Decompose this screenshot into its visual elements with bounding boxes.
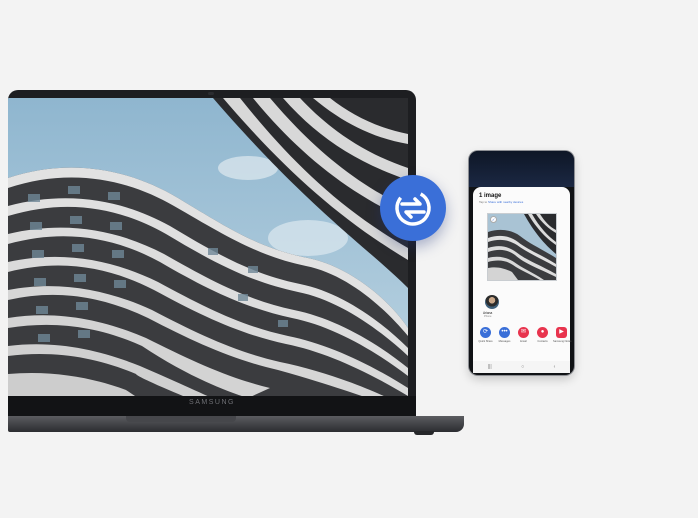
phone: 1 image Tap to Share with nearby devices… [469,151,574,375]
share-app-notes[interactable]: ▶ Samsung Notes [553,327,572,343]
laptop-brand-label: SAMSUNG [189,399,235,406]
share-app-contacts[interactable]: ● Contacts [534,327,551,343]
check-icon: ✓ [490,216,497,223]
thumbnail-image [488,214,556,280]
share-app-label: Contacts [537,340,548,343]
stage: SAMSUNG 1 image Tap to Share with nearby… [0,0,698,518]
quick-share-icon [380,175,446,241]
notes-icon: ▶ [556,327,567,338]
share-app-quick-share[interactable]: ⟳ Quick Share [477,327,494,343]
share-app-email[interactable]: ✉ Email [515,327,532,343]
share-app-label: Email [520,340,527,343]
back-button[interactable]: ‹ [554,364,556,370]
contact-avatar[interactable] [485,295,499,309]
shared-image-thumbnail[interactable]: ✓ [487,213,557,281]
recents-button[interactable]: ||| [488,364,492,370]
share-app-label: Messages [498,340,511,343]
share-nearby-link[interactable]: Share with nearby devices [488,200,523,204]
phone-nav-bar: ||| ○ ‹ [473,361,570,373]
building-wallpaper [8,98,408,398]
home-button[interactable]: ○ [521,364,524,370]
laptop-screen [8,98,408,398]
share-apps-row: ⟳ Quick Share ••• Messages ✉ Email ● Con… [477,327,572,353]
laptop-bezel: SAMSUNG [8,396,416,416]
laptop-lid [8,90,416,406]
share-app-label: Samsung Notes [553,340,572,343]
share-app-messages[interactable]: ••• Messages [496,327,513,343]
laptop-base [8,416,464,432]
email-icon: ✉ [518,327,529,338]
share-sheet: 1 image Tap to Share with nearby devices… [473,187,572,361]
contacts-icon: ● [537,327,548,338]
messages-icon: ••• [499,327,510,338]
contact-subtitle: Phone [484,315,492,318]
laptop-hinge [126,416,236,422]
laptop-camera [208,92,214,95]
share-sheet-title: 1 image [479,193,502,199]
laptop-foot [414,431,434,435]
quick-share-icon: ⟳ [480,327,491,338]
phone-status-area [469,151,574,187]
share-sheet-subtitle-prefix: Tap to [479,200,489,204]
share-sheet-subtitle: Tap to Share with nearby devices [479,200,523,204]
share-app-label: Quick Share [478,340,493,343]
